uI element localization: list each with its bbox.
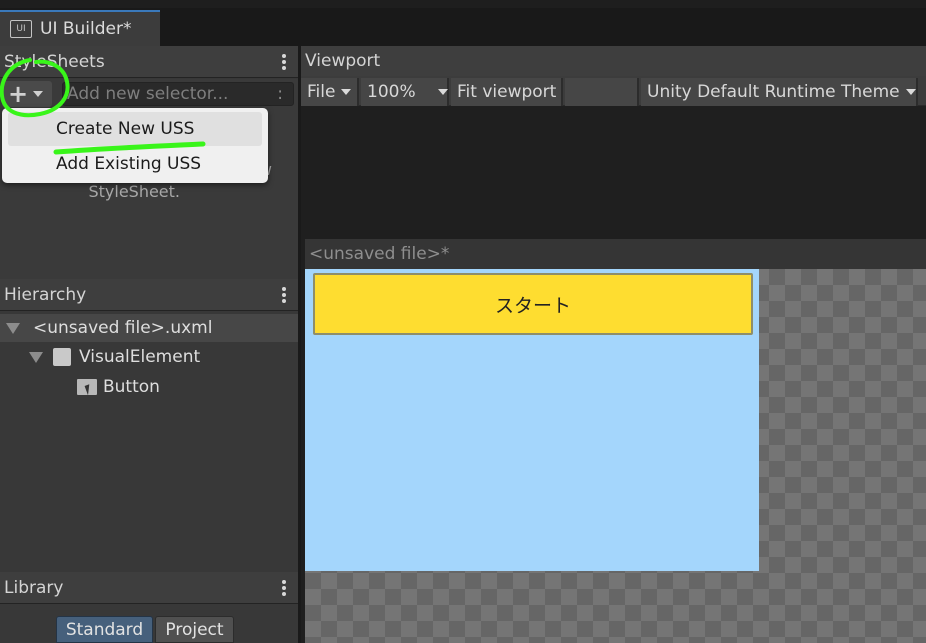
tab-standard[interactable]: Standard	[56, 616, 153, 643]
add-stylesheet-menu: Create New USS Add Existing USS	[2, 108, 268, 183]
toolbar-spacer	[565, 78, 639, 106]
library-title: Library	[4, 577, 64, 598]
triangle-down-icon	[29, 351, 43, 363]
viewport-toolbar: File 100% Fit viewport Unity Default Run…	[301, 76, 926, 106]
zoom-label: 100%	[367, 82, 416, 102]
stylesheets-menu-icon[interactable]	[282, 54, 286, 70]
tree-item-label: Button	[103, 377, 160, 397]
tab-project[interactable]: Project	[155, 616, 234, 643]
visual-element-icon	[53, 348, 71, 366]
menu-item-create-new-uss[interactable]: Create New USS	[8, 112, 262, 146]
tab-ui-builder[interactable]: UI UI Builder*	[0, 10, 160, 46]
tree-item-label: <unsaved file>.uxml	[33, 318, 213, 338]
viewport-header: Viewport	[301, 46, 926, 76]
stylesheets-header: StyleSheets	[0, 46, 298, 78]
viewport-title: Viewport	[305, 51, 381, 71]
tree-item-label: VisualElement	[79, 347, 201, 367]
button-icon	[77, 379, 97, 395]
stylesheets-toolbar: + Add new selector... :	[0, 79, 298, 109]
add-stylesheet-button[interactable]: +	[2, 81, 52, 107]
hierarchy-title: Hierarchy	[4, 284, 87, 305]
tree-item-visualelement[interactable]: VisualElement	[0, 343, 298, 371]
library-body: Standard Project	[0, 604, 298, 643]
tree-item-button[interactable]: Button	[0, 373, 298, 401]
zoom-dropdown[interactable]: 100%	[361, 78, 449, 106]
empty-hint-line2: StyleSheet.	[88, 182, 180, 201]
triangle-down-icon	[6, 322, 20, 334]
library-header: Library	[0, 572, 298, 604]
canvas-title-bar: <unsaved file>*	[305, 239, 926, 269]
tree-item-uxml[interactable]: <unsaved file>.uxml	[0, 314, 298, 342]
plus-icon: +	[8, 80, 29, 108]
tab-label: UI Builder*	[40, 19, 132, 39]
fit-viewport-button[interactable]: Fit viewport	[451, 78, 563, 106]
file-menu[interactable]: File	[301, 78, 359, 106]
add-selector-input[interactable]: Add new selector... :	[62, 82, 294, 106]
hierarchy-tree: <unsaved file>.uxml VisualElement Button	[0, 312, 298, 572]
selector-placeholder: Add new selector...	[67, 84, 229, 104]
file-menu-label: File	[307, 82, 336, 102]
chevron-down-icon	[437, 89, 448, 95]
chevron-down-icon	[341, 89, 352, 95]
canvas-start-button[interactable]: スタート	[313, 273, 753, 335]
menu-item-add-existing-uss[interactable]: Add Existing USS	[8, 147, 262, 181]
top-strip	[0, 0, 926, 8]
hierarchy-header: Hierarchy	[0, 279, 298, 311]
stylesheets-title: StyleSheets	[4, 51, 105, 72]
ui-builder-window: UI UI Builder* StyleSheets + Add new sel…	[0, 0, 926, 643]
ui-builder-icon: UI	[10, 20, 32, 38]
library-menu-icon[interactable]	[282, 580, 286, 596]
canvas-title: <unsaved file>*	[309, 244, 450, 264]
hierarchy-menu-icon[interactable]	[282, 287, 286, 303]
chevron-down-icon	[905, 89, 916, 95]
chevron-down-icon	[33, 91, 44, 97]
theme-dropdown[interactable]: Unity Default Runtime Theme	[641, 78, 918, 106]
viewport-panel: Viewport File 100% Fit viewport Unity De…	[301, 46, 926, 643]
theme-label: Unity Default Runtime Theme	[647, 82, 900, 102]
selector-suffix: :	[277, 84, 283, 104]
window-tab-bar: UI UI Builder*	[0, 0, 926, 46]
